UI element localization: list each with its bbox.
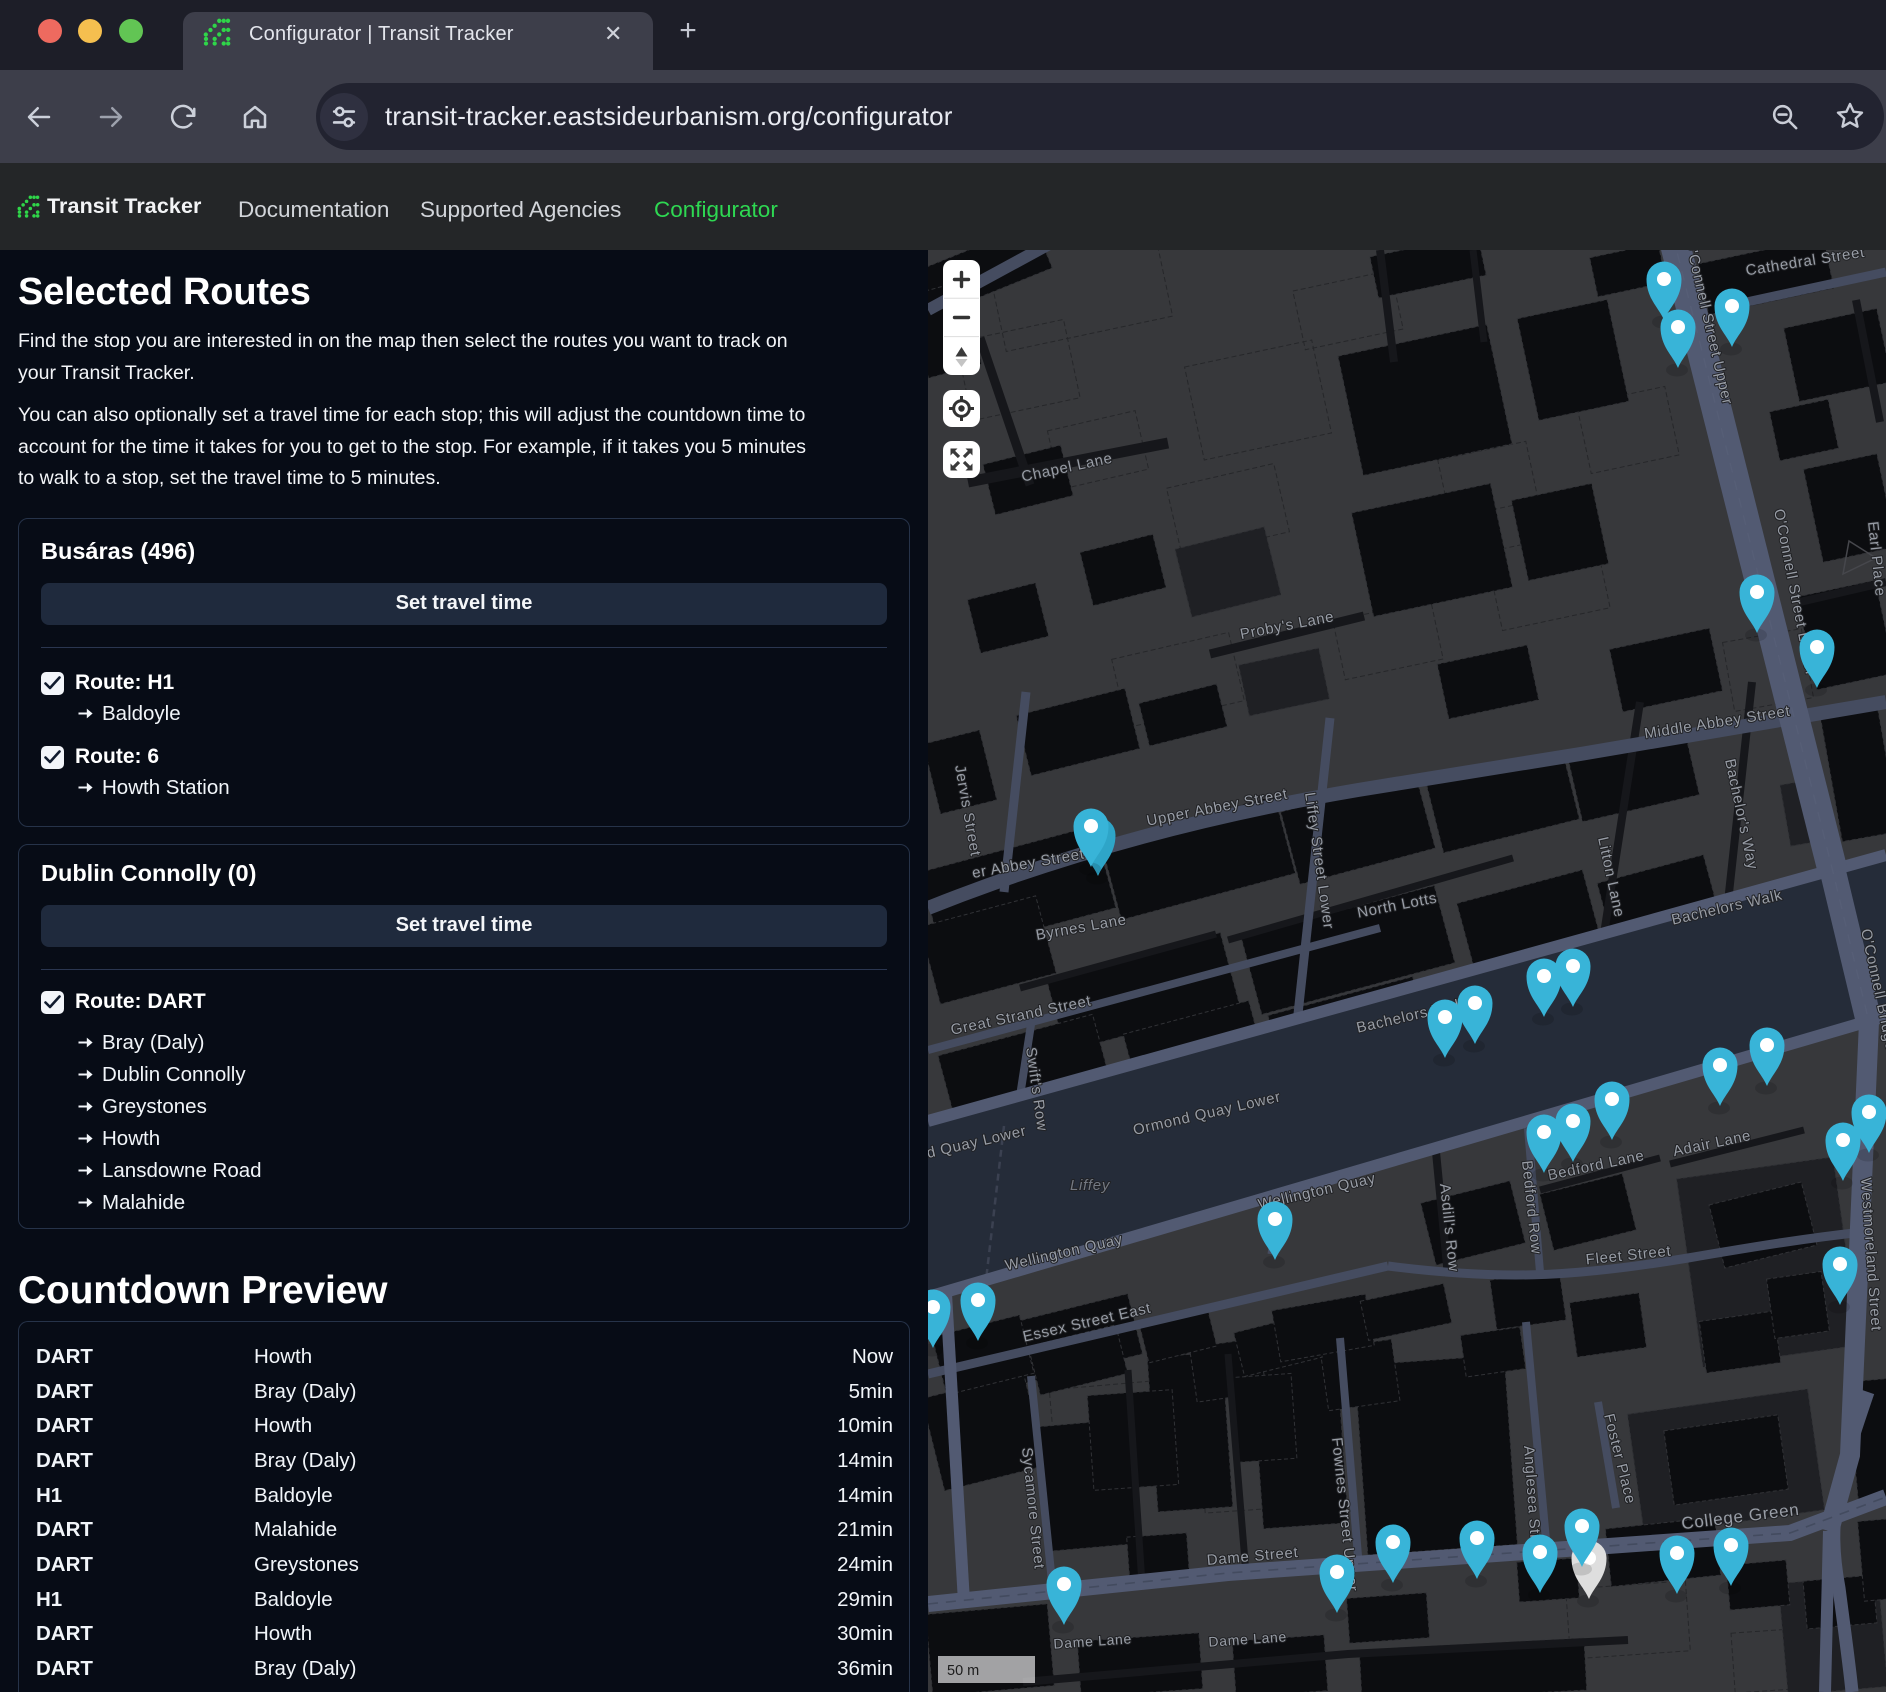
svg-text:Liffey: Liffey [1070,1177,1111,1194]
svg-text:50 m: 50 m [947,1663,979,1679]
